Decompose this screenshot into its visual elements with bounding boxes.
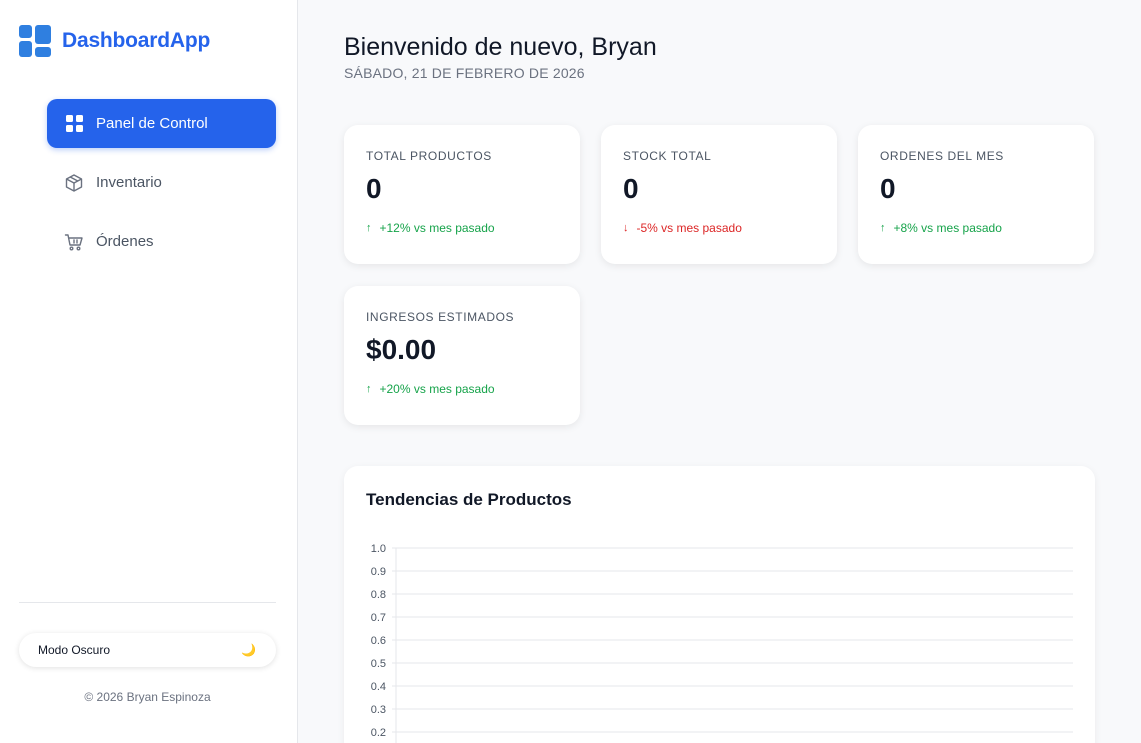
trend-chart: 1.0 0.9 0.8 0.7 0.6 0.5 0.4 0.3 0.2 <box>371 543 1073 743</box>
stat-label: INGRESOS ESTIMADOS <box>366 310 515 324</box>
stat-trend: ↑ +8% vs mes pasado <box>880 221 1072 235</box>
chart-y-tick-label: 0.2 <box>371 727 386 739</box>
stat-label: TOTAL PRODUCTOS <box>366 149 492 163</box>
sidebar-nav: Panel de Control Inventario Órdenes <box>47 99 276 276</box>
dark-mode-label: Modo Oscuro <box>38 643 111 657</box>
footer-copyright: © 2026 Bryan Espinoza <box>84 690 211 704</box>
stat-trend-text: +20% vs mes pasado <box>379 382 495 396</box>
stat-value: 0 <box>623 173 639 204</box>
brand-name: DashboardApp <box>62 29 211 52</box>
stat-card-total-productos: TOTAL PRODUCTOS 0 ↑ +12% vs mes pasado <box>344 125 580 264</box>
sidebar: DashboardApp Panel de Control Inventario… <box>0 0 298 743</box>
sidebar-item-inventario[interactable]: Inventario <box>47 158 276 207</box>
stat-trend: ↑ +12% vs mes pasado <box>366 221 558 235</box>
sidebar-divider <box>19 602 276 603</box>
box-icon <box>64 173 84 193</box>
chart-y-tick-label: 0.8 <box>371 589 386 601</box>
sidebar-item-label: Inventario <box>96 174 162 191</box>
stat-label: ORDENES DEL MES <box>880 149 1004 163</box>
current-date: SÁBADO, 21 DE FEBRERO DE 2026 <box>344 65 585 81</box>
dashboard-logo-icon <box>19 25 51 57</box>
stat-trend: ↑ +20% vs mes pasado <box>366 382 558 396</box>
sidebar-item-panel-de-control[interactable]: Panel de Control <box>47 99 276 148</box>
arrow-up-icon: ↑ <box>366 222 372 234</box>
arrow-up-icon: ↑ <box>366 383 372 395</box>
cart-icon <box>64 232 84 252</box>
chart-y-tick-label: 0.6 <box>371 635 386 647</box>
chart-y-tick-label: 1.0 <box>371 543 386 555</box>
arrow-up-icon: ↑ <box>880 222 886 234</box>
stat-label: STOCK TOTAL <box>623 149 712 163</box>
chart-card-tendencias: Tendencias de Productos 1.0 0.9 0.8 0.7 0.6 0… <box>344 466 1095 743</box>
stat-card-ordenes-del-mes: ORDENES DEL MES 0 ↑ +8% vs mes pasado <box>858 125 1094 264</box>
sidebar-item-ordenes[interactable]: Órdenes <box>47 217 276 266</box>
chart-y-tick-label: 0.7 <box>371 612 386 624</box>
dark-mode-toggle[interactable]: Modo Oscuro 🌙 <box>19 633 276 667</box>
stat-trend-text: +8% vs mes pasado <box>893 221 1002 235</box>
chart-y-tick-label: 0.4 <box>371 681 386 693</box>
chart-y-tick-label: 0.9 <box>371 566 386 578</box>
stat-card-ingresos-estimados: INGRESOS ESTIMADOS $0.00 ↑ +20% vs mes p… <box>344 286 580 425</box>
brand[interactable]: DashboardApp <box>19 25 210 57</box>
sidebar-item-label: Órdenes <box>96 233 154 250</box>
page-title: Bienvenido de nuevo, Bryan <box>344 33 657 61</box>
sidebar-item-label: Panel de Control <box>96 115 208 132</box>
main-content: Bienvenido de nuevo, Bryan SÁBADO, 21 DE… <box>298 0 1141 743</box>
stat-card-stock-total: STOCK TOTAL 0 ↓ -5% vs mes pasado <box>601 125 837 264</box>
chart-y-tick-label: 0.3 <box>371 704 386 716</box>
stat-value: $0.00 <box>366 334 437 365</box>
stat-trend-text: +12% vs mes pasado <box>379 221 495 235</box>
stat-value: 0 <box>880 173 896 204</box>
grid-icon <box>64 114 84 134</box>
stat-trend-text: -5% vs mes pasado <box>636 221 742 235</box>
stat-value: 0 <box>366 173 382 204</box>
stat-trend: ↓ -5% vs mes pasado <box>623 221 815 235</box>
chart-y-tick-label: 0.5 <box>371 658 386 670</box>
moon-icon: 🌙 <box>241 643 256 657</box>
arrow-down-icon: ↓ <box>623 222 629 234</box>
